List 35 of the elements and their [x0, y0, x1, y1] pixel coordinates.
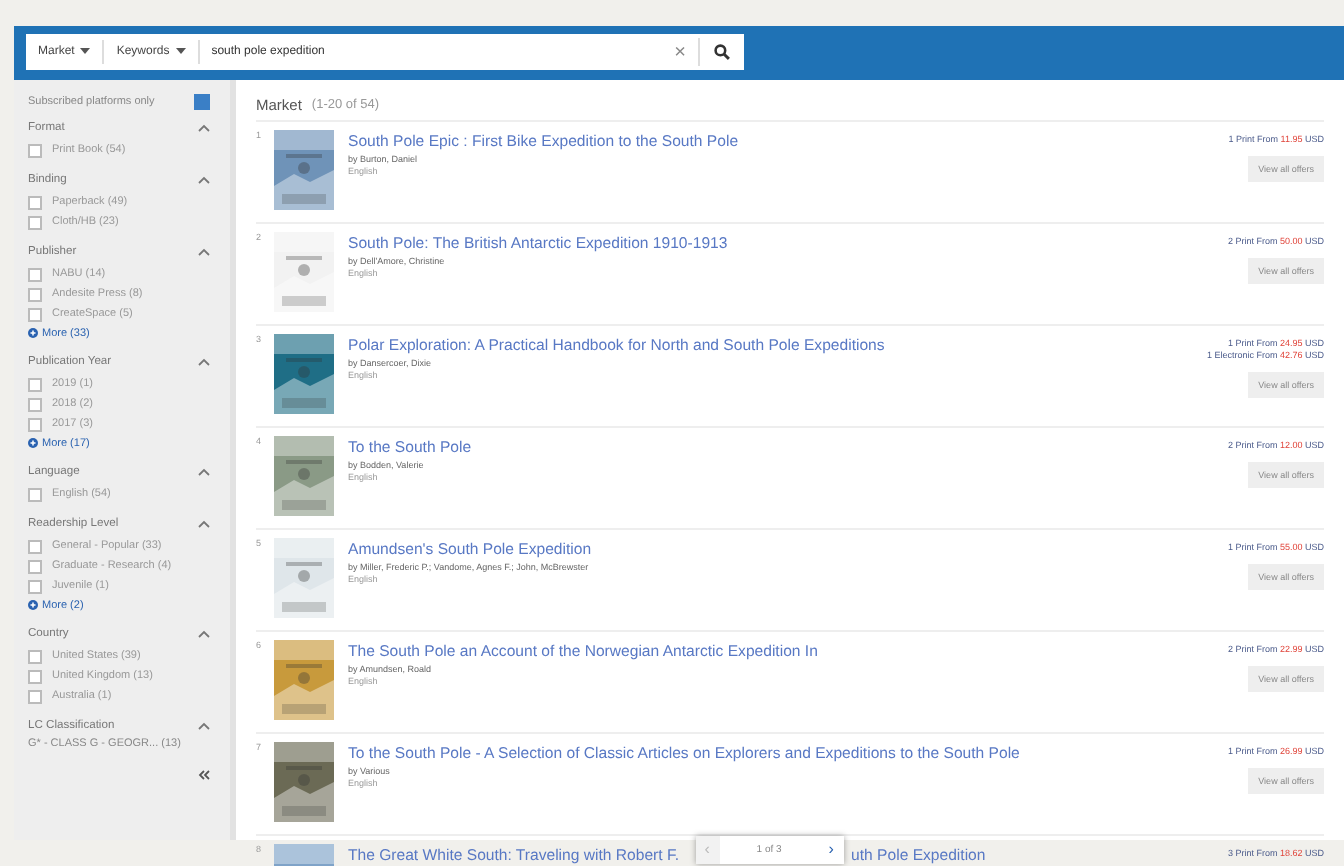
checkbox[interactable] — [28, 649, 42, 663]
checkbox[interactable] — [28, 669, 42, 683]
chevron-icon[interactable] — [198, 358, 210, 366]
checkbox[interactable] — [28, 539, 42, 553]
chevron-icon[interactable] — [198, 468, 210, 476]
checkbox[interactable] — [28, 559, 42, 573]
chevron-icon[interactable] — [198, 248, 210, 256]
checkbox[interactable] — [28, 267, 42, 281]
checkbox[interactable] — [28, 397, 42, 411]
chevron-icon[interactable] — [198, 124, 210, 132]
next-page-button[interactable]: › — [819, 835, 844, 863]
plus-icon — [28, 328, 38, 338]
plus-icon — [28, 600, 38, 610]
checkbox[interactable] — [28, 417, 42, 431]
search-icon — [714, 44, 730, 60]
previous-page-button[interactable]: ‹ — [695, 835, 720, 863]
checkbox[interactable] — [28, 579, 42, 593]
checkbox[interactable] — [28, 487, 42, 501]
caret-icon — [175, 48, 186, 56]
checkbox[interactable] — [28, 215, 42, 229]
checkbox[interactable] — [28, 287, 42, 301]
chevron-icon[interactable] — [198, 176, 210, 184]
collapse-icon[interactable] — [198, 770, 210, 780]
checkbox[interactable] — [194, 94, 210, 110]
chevron-icon[interactable] — [198, 630, 210, 638]
chevron-icon[interactable] — [198, 722, 210, 730]
checkbox[interactable] — [28, 689, 42, 703]
checkbox[interactable] — [28, 307, 42, 321]
checkbox[interactable] — [28, 143, 42, 157]
clear-button[interactable]: × — [662, 41, 698, 63]
chevron-icon[interactable] — [198, 520, 210, 528]
checkbox[interactable] — [28, 195, 42, 209]
plus-icon — [28, 438, 38, 448]
checkbox[interactable] — [28, 377, 42, 391]
caret-icon — [80, 48, 91, 56]
